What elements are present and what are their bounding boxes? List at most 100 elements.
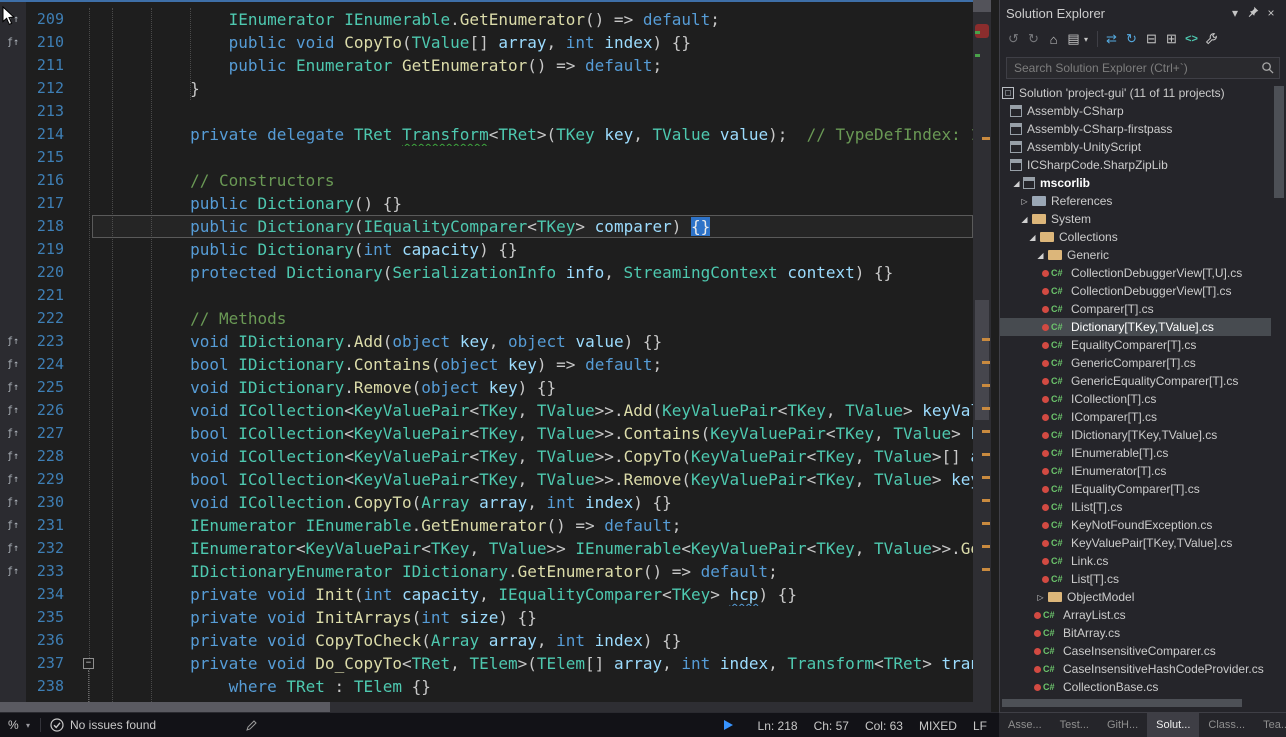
tree-item[interactable]: C#KeyNotFoundException.cs [1000, 516, 1271, 534]
tree-item[interactable]: C#CaseInsensitiveHashCodeProvider.cs [1000, 660, 1271, 678]
zoom-control[interactable]: % [8, 718, 19, 732]
code-text[interactable]: IEnumerator IEnumerable.GetEnumerator() … [92, 8, 973, 31]
code-text[interactable]: bool ICollection<KeyValuePair<TKey, TVal… [92, 422, 973, 445]
zoom-caret-icon[interactable]: ▾ [26, 721, 30, 730]
expand-arrow-icon[interactable]: ▷ [1018, 197, 1031, 206]
properties-wrench-icon[interactable] [1202, 29, 1221, 49]
tree-item[interactable]: C#CaseInsensitiveComparer.cs [1000, 642, 1271, 660]
code-text[interactable]: public Dictionary(int capacity) {} [92, 238, 973, 261]
collapse-arrow-icon[interactable]: ◢ [1034, 251, 1047, 260]
code-line[interactable]: ƒ↑228 void ICollection<KeyValuePair<TKey… [0, 445, 973, 468]
panel-horizontal-scrollbar[interactable] [1002, 699, 1242, 707]
tree-item[interactable]: Solution 'project-gui' (11 of 11 project… [1000, 84, 1271, 102]
editor-horizontal-scrollbar[interactable] [0, 702, 973, 712]
horizontal-scrollbar-thumb[interactable] [0, 702, 330, 712]
tree-item[interactable]: C#BitArray.cs [1000, 624, 1271, 642]
implements-interface-glyph-icon[interactable]: ƒ↑ [0, 353, 26, 376]
search-input[interactable] [1006, 57, 1280, 79]
tree-item[interactable]: ▷References [1000, 192, 1271, 210]
panel-tab[interactable]: Tea... [1254, 713, 1286, 737]
line-number[interactable]: 231 [26, 514, 72, 537]
code-text[interactable]: public void CopyTo(TValue[] array, int i… [92, 31, 973, 54]
tree-item[interactable]: ◢System [1000, 210, 1271, 228]
code-line[interactable]: ƒ↑227 bool ICollection<KeyValuePair<TKey… [0, 422, 973, 445]
code-line[interactable]: 221 [0, 284, 973, 307]
line-number[interactable]: 214 [26, 123, 72, 146]
line-number[interactable]: 235 [26, 606, 72, 629]
implements-interface-glyph-icon[interactable]: ƒ↑ [0, 560, 26, 583]
code-line[interactable]: ƒ↑209 IEnumerator IEnumerable.GetEnumera… [0, 8, 973, 31]
line-number[interactable]: 218 [26, 215, 72, 238]
code-line[interactable]: 234 private void Init(int capacity, IEqu… [0, 583, 973, 606]
tree-item[interactable]: Assembly-CSharp-firstpass [1000, 120, 1271, 138]
code-text[interactable]: // Methods [92, 307, 973, 330]
code-text[interactable] [92, 284, 973, 307]
code-text[interactable]: private void Do_CopyTo<TRet, TElem>(TEle… [92, 652, 973, 675]
code-text[interactable]: private void Init(int capacity, IEqualit… [92, 583, 973, 606]
line-number[interactable]: 236 [26, 629, 72, 652]
panel-tab[interactable]: Class... [1199, 713, 1254, 737]
code-text[interactable]: public Dictionary(IEqualityComparer<TKey… [92, 215, 973, 238]
status-column[interactable]: Col: 63 [865, 719, 903, 733]
implements-interface-glyph-icon[interactable]: ƒ↑ [0, 376, 26, 399]
issues-status-text[interactable]: No issues found [70, 718, 156, 732]
code-line[interactable]: 219 public Dictionary(int capacity) {} [0, 238, 973, 261]
line-number[interactable]: 221 [26, 284, 72, 307]
code-text[interactable] [92, 100, 973, 123]
tree-item[interactable]: C#IEqualityComparer[T].cs [1000, 480, 1271, 498]
line-number[interactable]: 237 [26, 652, 72, 675]
implements-interface-glyph-icon[interactable]: ƒ↑ [0, 491, 26, 514]
tree-item[interactable]: C#GenericComparer[T].cs [1000, 354, 1271, 372]
implements-interface-glyph-icon[interactable]: ƒ↑ [0, 445, 26, 468]
code-text[interactable]: bool IDictionary.Contains(object key) =>… [92, 353, 973, 376]
code-line[interactable]: 236 private void CopyToCheck(Array array… [0, 629, 973, 652]
tree-item[interactable]: C#IComparer[T].cs [1000, 408, 1271, 426]
code-line[interactable]: 218 public Dictionary(IEqualityComparer<… [0, 215, 973, 238]
editor-vertical-scrollbar[interactable] [973, 0, 991, 712]
code-text[interactable]: protected Dictionary(SerializationInfo i… [92, 261, 973, 284]
forward-icon[interactable]: ↻ [1024, 29, 1043, 49]
implements-interface-glyph-icon[interactable]: ƒ↑ [0, 399, 26, 422]
collapse-arrow-icon[interactable]: ◢ [1018, 215, 1031, 224]
tree-item[interactable]: C#IEnumerator[T].cs [1000, 462, 1271, 480]
line-number[interactable]: 210 [26, 31, 72, 54]
line-number[interactable]: 216 [26, 169, 72, 192]
collapse-arrow-icon[interactable]: ◢ [1026, 233, 1039, 242]
code-line[interactable]: 212 } [0, 77, 973, 100]
line-number[interactable]: 213 [26, 100, 72, 123]
search-icon[interactable] [1261, 61, 1274, 79]
line-number[interactable]: 223 [26, 330, 72, 353]
tree-item[interactable]: ◢Collections [1000, 228, 1271, 246]
code-line[interactable]: ƒ↑230 void ICollection.CopyTo(Array arra… [0, 491, 973, 514]
code-line[interactable]: ƒ↑232 IEnumerator<KeyValuePair<TKey, TVa… [0, 537, 973, 560]
code-text[interactable]: private void InitArrays(int size) {} [92, 606, 973, 629]
pin-icon[interactable] [1244, 6, 1262, 20]
code-line[interactable]: 214 private delegate TRet Transform<TRet… [0, 123, 973, 146]
status-line-ending[interactable]: LF [973, 719, 987, 733]
code-text[interactable]: IEnumerator IEnumerable.GetEnumerator() … [92, 514, 973, 537]
code-text[interactable]: bool ICollection<KeyValuePair<TKey, TVal… [92, 468, 973, 491]
code-line[interactable]: ƒ↑231 IEnumerator IEnumerable.GetEnumera… [0, 514, 973, 537]
tree-item[interactable]: C#CollectionBase.cs [1000, 678, 1271, 696]
status-indent-mode[interactable]: MIXED [919, 719, 957, 733]
tree-item[interactable]: C#Comparer[T].cs [1000, 300, 1271, 318]
code-text[interactable] [92, 146, 973, 169]
view-code-icon[interactable]: <> [1182, 29, 1201, 49]
line-number[interactable]: 209 [26, 8, 72, 31]
tree-item[interactable]: ▷ObjectModel [1000, 588, 1271, 606]
code-line[interactable]: 213 [0, 100, 973, 123]
line-number[interactable]: 222 [26, 307, 72, 330]
code-line[interactable]: 216 // Constructors [0, 169, 973, 192]
tree-item[interactable]: C#Link.cs [1000, 552, 1271, 570]
implements-interface-glyph-icon[interactable]: ƒ↑ [0, 514, 26, 537]
line-number[interactable]: 229 [26, 468, 72, 491]
line-number[interactable]: 238 [26, 675, 72, 698]
tree-item[interactable]: ◢mscorlib [1000, 174, 1271, 192]
code-text[interactable]: } [92, 77, 973, 100]
code-text[interactable]: public Enumerator GetEnumerator() => def… [92, 54, 973, 77]
panel-tab[interactable]: Test... [1051, 713, 1098, 737]
expand-arrow-icon[interactable]: ▷ [1034, 593, 1047, 602]
line-number[interactable]: 212 [26, 77, 72, 100]
tree-item[interactable]: C#ArrayList.cs [1000, 606, 1271, 624]
switch-views-icon[interactable]: ▤ [1064, 29, 1083, 49]
